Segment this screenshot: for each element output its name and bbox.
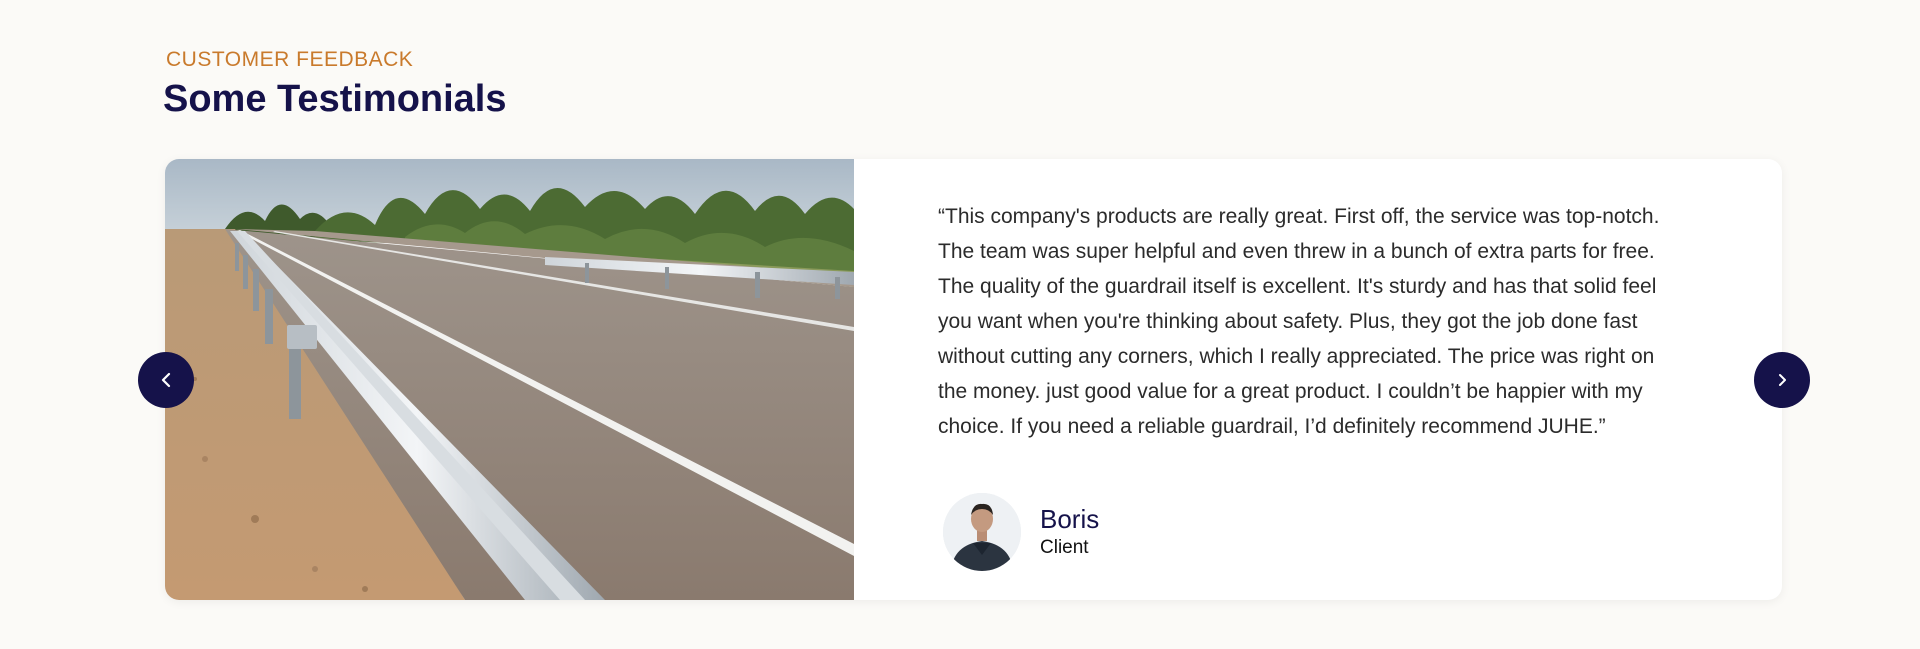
author-role: Client xyxy=(1040,537,1089,558)
avatar xyxy=(943,493,1021,571)
testimonials-section: CUSTOMER FEEDBACK Some Testimonials “Thi… xyxy=(0,0,1920,649)
section-title: Some Testimonials xyxy=(163,78,507,120)
testimonial-author: Boris Client xyxy=(943,489,1099,575)
guardrail-road-photo xyxy=(165,159,854,600)
carousel-next-button[interactable] xyxy=(1754,352,1810,408)
testimonial-content: “This company's products are really grea… xyxy=(938,199,1678,444)
author-name: Boris xyxy=(1040,504,1100,534)
chevron-right-icon xyxy=(1779,374,1786,386)
chevron-left-icon xyxy=(161,372,171,388)
testimonial-quote: “This company's products are really grea… xyxy=(938,205,1660,438)
section-eyebrow: CUSTOMER FEEDBACK xyxy=(166,48,414,71)
testimonial-card: “This company's products are really grea… xyxy=(165,159,1782,600)
carousel-prev-button[interactable] xyxy=(138,352,194,408)
